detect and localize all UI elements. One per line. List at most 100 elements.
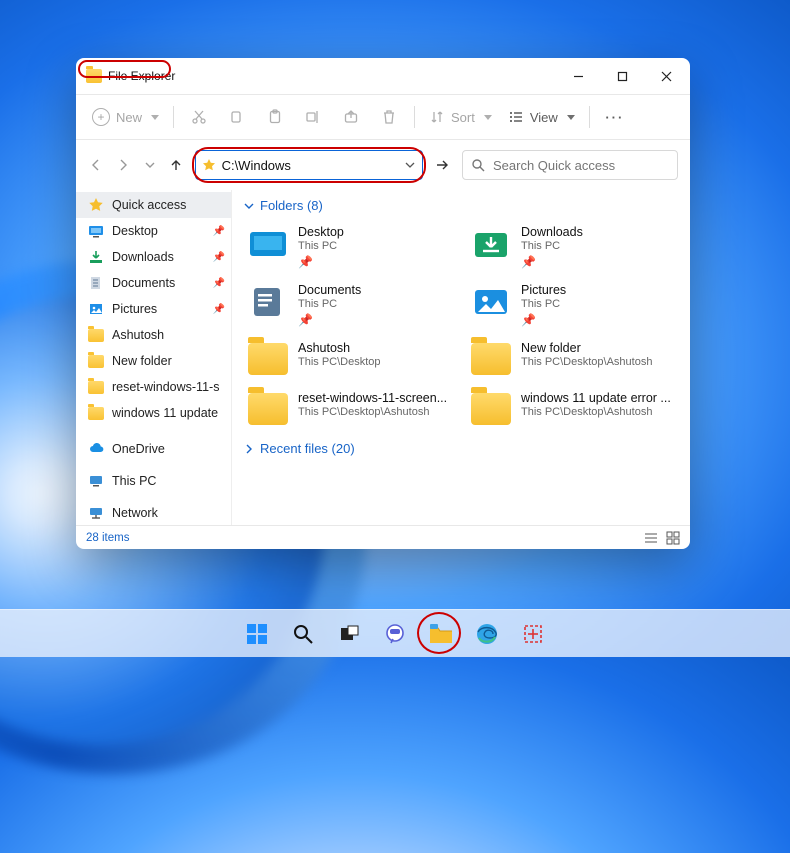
- sidebar-item-reset-windows-11-s[interactable]: reset-windows-11-s: [76, 374, 231, 400]
- folder-icon: [88, 353, 104, 369]
- sidebar-item-windows-11-update[interactable]: windows 11 update: [76, 400, 231, 426]
- status-bar: 28 items: [76, 525, 690, 549]
- new-label: New: [116, 110, 142, 125]
- folder-name: Desktop: [298, 225, 344, 239]
- taskbar-search-button[interactable]: [285, 616, 321, 652]
- maximize-button[interactable]: [600, 61, 644, 91]
- sidebar-item-downloads[interactable]: Downloads 📌: [76, 244, 231, 270]
- large-icons-view-icon[interactable]: [666, 531, 680, 545]
- rename-button[interactable]: [296, 100, 330, 134]
- sidebar-item-ashutosh[interactable]: Ashutosh: [76, 322, 231, 348]
- copy-icon: [229, 109, 245, 125]
- close-button[interactable]: [644, 61, 688, 91]
- folder-icon: [88, 327, 104, 343]
- go-button[interactable]: [433, 151, 452, 179]
- chevron-down-icon[interactable]: [404, 159, 416, 171]
- delete-button[interactable]: [372, 100, 406, 134]
- navigation-pane: Quick accessDesktop📌 Downloads 📌 Documents📌…: [76, 190, 232, 525]
- folder-item[interactable]: New folderThis PC\Desktop\Ashutosh: [467, 337, 680, 381]
- search-box[interactable]: [462, 150, 678, 180]
- folder-location: This PC: [521, 240, 583, 252]
- sort-icon: [429, 109, 445, 125]
- pin-icon: 📌: [213, 252, 225, 263]
- folder-item[interactable]: PicturesThis PC📌: [467, 279, 680, 331]
- desktop-big: [248, 225, 288, 261]
- folder-item[interactable]: DocumentsThis PC📌: [244, 279, 457, 331]
- thispc-icon: [88, 473, 104, 489]
- sidebar-item-label: reset-windows-11-s: [112, 380, 219, 394]
- forward-button[interactable]: [115, 153, 132, 177]
- folder-name: New folder: [521, 341, 652, 355]
- details-view-icon[interactable]: [644, 531, 658, 545]
- chevron-down-icon: [151, 115, 159, 120]
- sidebar-item-label: Downloads: [112, 250, 174, 264]
- chat-button[interactable]: [377, 616, 413, 652]
- sort-button[interactable]: Sort: [423, 100, 498, 134]
- chat-icon: [384, 623, 406, 645]
- share-button[interactable]: [334, 100, 368, 134]
- sidebar-item-desktop[interactable]: Desktop📌: [76, 218, 231, 244]
- titlebar[interactable]: File Explorer: [76, 58, 690, 94]
- copy-button[interactable]: [220, 100, 254, 134]
- folder-name: Pictures: [521, 283, 566, 297]
- back-button[interactable]: [88, 153, 105, 177]
- folder-name: windows 11 update error ...: [521, 391, 671, 405]
- address-bar[interactable]: [195, 150, 423, 180]
- view-button[interactable]: View: [502, 100, 581, 134]
- snipping-tool-button[interactable]: [515, 616, 551, 652]
- toolbar-separator: [173, 106, 174, 128]
- edge-button[interactable]: [469, 616, 505, 652]
- minimize-button[interactable]: [556, 61, 600, 91]
- search-input[interactable]: [493, 158, 669, 173]
- folder-item[interactable]: DownloadsThis PC📌: [467, 221, 680, 273]
- address-input[interactable]: [222, 158, 398, 173]
- search-icon: [471, 158, 485, 172]
- folder-item[interactable]: AshutoshThis PC\Desktop: [244, 337, 457, 381]
- file-explorer-taskbar-button[interactable]: [423, 616, 459, 652]
- sidebar-item-quick-access[interactable]: Quick access: [76, 192, 231, 218]
- taskbar[interactable]: [0, 609, 790, 657]
- window-title: File Explorer: [108, 69, 175, 83]
- sidebar-item-network[interactable]: Network: [76, 500, 231, 525]
- chevron-down-icon: [567, 115, 575, 120]
- folders-header-label: Folders (8): [260, 198, 323, 213]
- folder-big: [248, 391, 288, 427]
- recent-locations-button[interactable]: [141, 153, 158, 177]
- sidebar-item-this-pc[interactable]: This PC: [76, 468, 231, 494]
- plus-icon: +: [92, 108, 110, 126]
- folder-location: This PC\Desktop\Ashutosh: [298, 406, 447, 418]
- desktop-icon: [88, 223, 104, 239]
- recent-section-header[interactable]: Recent files (20): [244, 441, 680, 456]
- folder-item[interactable]: reset-windows-11-screen...This PC\Deskto…: [244, 387, 457, 431]
- folder-location: This PC\Desktop\Ashutosh: [521, 356, 652, 368]
- sidebar-item-documents[interactable]: Documents📌: [76, 270, 231, 296]
- folder-name: reset-windows-11-screen...: [298, 391, 447, 405]
- folder-location: This PC\Desktop: [298, 356, 381, 368]
- folder-location: This PC\Desktop\Ashutosh: [521, 406, 671, 418]
- start-button[interactable]: [239, 616, 275, 652]
- windows-logo-icon: [245, 622, 269, 646]
- folders-grid: DesktopThis PC📌DownloadsThis PC📌Document…: [244, 221, 680, 431]
- address-bar-row: [76, 140, 690, 190]
- toolbar-separator: [589, 106, 590, 128]
- sidebar-item-onedrive[interactable]: OneDrive: [76, 436, 231, 462]
- paste-button[interactable]: [258, 100, 292, 134]
- folders-section-header[interactable]: Folders (8): [244, 198, 680, 213]
- task-view-button[interactable]: [331, 616, 367, 652]
- more-button[interactable]: ···: [598, 100, 632, 134]
- pin-icon: 📌: [521, 313, 566, 327]
- up-button[interactable]: [168, 153, 185, 177]
- edge-icon: [475, 622, 499, 646]
- sidebar-item-pictures[interactable]: Pictures📌: [76, 296, 231, 322]
- folder-icon: [428, 622, 454, 646]
- scissors-icon: [191, 109, 207, 125]
- cut-button[interactable]: [182, 100, 216, 134]
- onedrive-icon: [88, 441, 104, 457]
- chevron-down-icon: [244, 201, 254, 211]
- new-button[interactable]: + New: [86, 100, 165, 134]
- folder-item[interactable]: DesktopThis PC📌: [244, 221, 457, 273]
- folder-item[interactable]: windows 11 update error ...This PC\Deskt…: [467, 387, 680, 431]
- folder-name: Ashutosh: [298, 341, 381, 355]
- sidebar-item-new-folder[interactable]: New folder: [76, 348, 231, 374]
- recent-header-label: Recent files (20): [260, 441, 355, 456]
